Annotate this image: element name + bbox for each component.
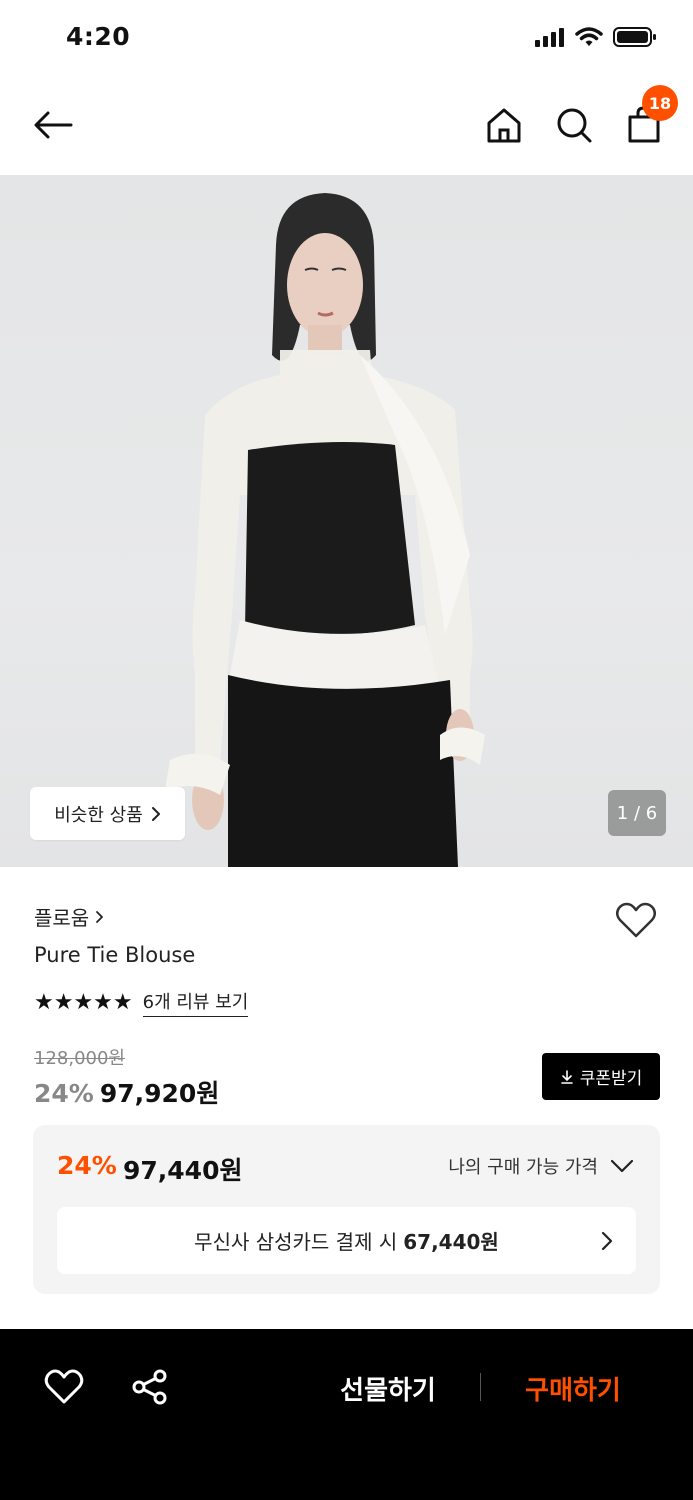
wishlist-button[interactable] — [614, 900, 658, 940]
brand-name: 플로움 — [34, 906, 90, 930]
discount-rate: 24% — [34, 1079, 94, 1108]
card-offer-text: 무신사 삼성카드 결제 시 — [194, 1230, 398, 1254]
my-price-toggle-label: 나의 구매 가능 가격 — [448, 1157, 598, 1178]
price-row: 24% 97,920원 — [34, 1074, 219, 1110]
home-button[interactable] — [484, 103, 524, 147]
back-button[interactable] — [30, 103, 76, 147]
download-icon — [560, 1069, 573, 1084]
heart-icon — [44, 1369, 84, 1404]
search-button[interactable] — [554, 103, 594, 147]
wifi-icon — [575, 27, 603, 46]
divider — [480, 1373, 481, 1401]
rating-stars: ★★★★★ — [34, 990, 133, 1015]
chevron-right-icon — [601, 1231, 613, 1251]
similar-products-label: 비슷한 상품 — [54, 804, 143, 826]
arrow-left-icon — [34, 111, 73, 139]
share-button[interactable] — [130, 1367, 170, 1407]
original-price: 128,000원 — [34, 1048, 125, 1069]
chevron-down-icon — [610, 1159, 634, 1173]
brand-link[interactable]: 플로움 — [34, 902, 104, 931]
signal-icon — [535, 28, 564, 47]
my-price: 97,440원 — [123, 1156, 243, 1185]
gift-button[interactable]: 선물하기 — [320, 1367, 456, 1409]
coupon-button[interactable]: 쿠폰받기 — [542, 1053, 660, 1100]
coupon-label: 쿠폰받기 — [579, 1069, 643, 1089]
bottom-action-bar: 선물하기 구매하기 — [0, 1329, 693, 1500]
image-page-indicator: 1 / 6 — [608, 790, 666, 836]
card-offer-button[interactable]: 무신사 삼성카드 결제 시 67,440원 — [57, 1207, 636, 1274]
product-name: Pure Tie Blouse — [34, 943, 196, 967]
my-price-panel: 24% 97,440원 나의 구매 가능 가격 무신사 삼성카드 결제 시 67… — [33, 1125, 660, 1294]
rating-row: ★★★★★ 6개 리뷰 보기 — [34, 988, 249, 1017]
chevron-right-icon — [151, 806, 160, 821]
bottom-wishlist-button[interactable] — [42, 1367, 86, 1407]
status-time: 4:20 — [66, 22, 131, 51]
heart-icon — [616, 902, 656, 938]
battery-icon — [613, 27, 656, 47]
my-discount-rate: 24% — [57, 1151, 117, 1180]
buy-button[interactable]: 구매하기 — [505, 1367, 641, 1409]
chevron-right-icon — [96, 910, 104, 923]
sale-price: 97,920원 — [99, 1079, 220, 1108]
product-photo-illustration — [165, 193, 485, 867]
share-icon — [132, 1369, 167, 1405]
status-bar: 4:20 — [0, 0, 693, 75]
cart-count-badge: 18 — [642, 85, 678, 121]
card-offer-price: 67,440원 — [403, 1230, 499, 1254]
my-price-toggle[interactable]: 나의 구매 가능 가격 — [448, 1153, 634, 1179]
search-icon — [557, 108, 592, 143]
home-icon — [487, 108, 521, 143]
status-icons — [535, 26, 657, 48]
top-navigation — [0, 75, 693, 175]
similar-products-button[interactable]: 비슷한 상품 — [30, 787, 185, 840]
product-image[interactable] — [0, 175, 693, 867]
review-link[interactable]: 6개 리뷰 보기 — [142, 988, 249, 1017]
